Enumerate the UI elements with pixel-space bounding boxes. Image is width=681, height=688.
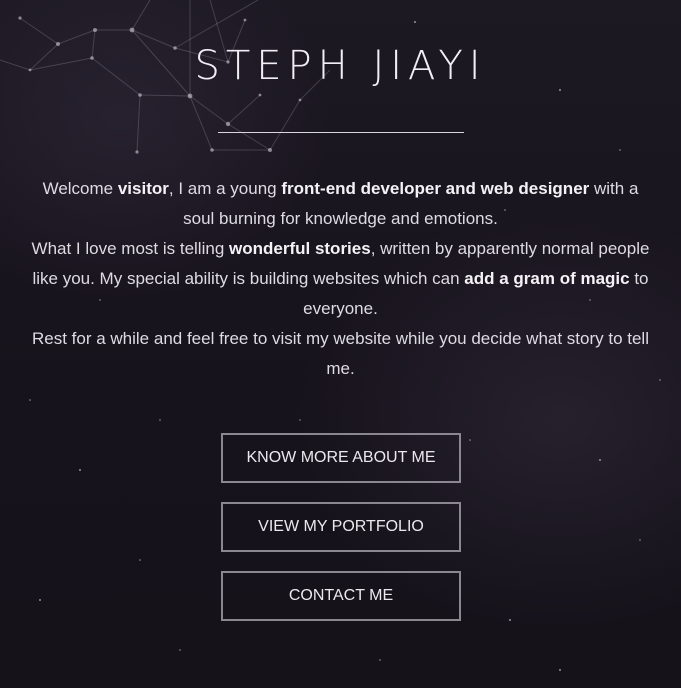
intro-text-segment: Rest for a while and feel free to visit … bbox=[31, 329, 649, 378]
intro-highlight: add a gram of magic bbox=[464, 269, 630, 288]
intro-text: Welcome visitor, I am a young front-end … bbox=[30, 174, 651, 384]
intro-text-segment: What I love most is telling bbox=[31, 239, 229, 258]
title-divider bbox=[218, 132, 464, 133]
view-portfolio-button[interactable]: VIEW MY PORTFOLIO bbox=[221, 502, 461, 552]
intro-highlight: visitor bbox=[117, 179, 169, 198]
know-more-about-me-button[interactable]: KNOW MORE ABOUT ME bbox=[221, 433, 461, 483]
hero-section: STEPH JIAYI Welcome visitor, I am a youn… bbox=[0, 0, 681, 688]
intro-highlight: front-end developer and web designer bbox=[281, 179, 590, 198]
intro-highlight: wonderful stories bbox=[229, 239, 371, 258]
intro-text-segment: , I am a young bbox=[168, 179, 282, 198]
page-title: STEPH JIAYI bbox=[194, 43, 487, 89]
intro-text-segment: Welcome bbox=[42, 179, 118, 198]
contact-me-button[interactable]: CONTACT ME bbox=[221, 571, 461, 621]
